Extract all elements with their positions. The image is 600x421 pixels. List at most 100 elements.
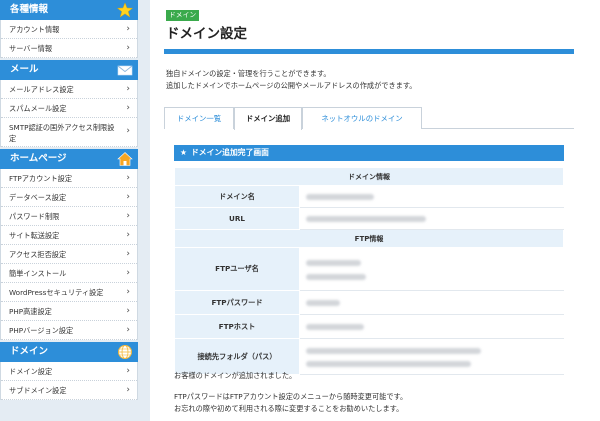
table-row: FTPユーザ名 xyxy=(174,247,564,291)
sidebar-item-label: FTPアカウント設定 xyxy=(9,174,73,183)
sidebar-item-account-info[interactable]: アカウント情報 › xyxy=(1,20,137,39)
table-row: URL xyxy=(174,207,564,230)
sidebar-section-homepage-header: ホームページ xyxy=(0,149,138,169)
redacted-value xyxy=(299,290,564,315)
sidebar-section-domain-header: ドメイン xyxy=(0,342,138,362)
chevron-right-icon: › xyxy=(126,268,130,278)
redacted-value xyxy=(299,338,564,375)
chevron-right-icon: › xyxy=(126,306,130,316)
sidebar-section-title: メール xyxy=(10,64,39,75)
tab-domain-list[interactable]: ドメイン一覧 xyxy=(164,107,234,129)
sidebar-item-label: データベース設定 xyxy=(9,193,67,202)
main-content: ドメイン ドメイン設定 独自ドメインの設定・管理を行うことができます。 追加した… xyxy=(150,0,600,421)
table-row: ドメイン名 xyxy=(174,185,564,208)
chevron-right-icon: › xyxy=(126,43,130,53)
chevron-right-icon: › xyxy=(126,211,130,221)
category-badge: ドメイン xyxy=(166,10,200,21)
star-icon xyxy=(117,2,133,18)
chevron-right-icon: › xyxy=(126,385,130,395)
sidebar-item-label: サーバー情報 xyxy=(9,44,53,53)
sidebar-item-subdomain-settings[interactable]: サブドメイン設定 › xyxy=(1,381,137,400)
chevron-right-icon: › xyxy=(126,126,130,136)
sidebar-item-mail-address[interactable]: メールアドレス設定 › xyxy=(1,80,137,99)
sidebar-item-label: PHP高速設定 xyxy=(9,307,52,316)
chevron-right-icon: › xyxy=(126,366,130,376)
sidebar-item-smtp-restriction[interactable]: SMTP認証の国外アクセス制限設定 › xyxy=(1,118,137,147)
redacted-value xyxy=(299,314,564,339)
sidebar-item-label: WordPressセキュリティ設定 xyxy=(9,288,104,297)
sidebar-item-label: 簡単インストール xyxy=(9,269,67,278)
tab-domain-add[interactable]: ドメイン追加 xyxy=(234,107,302,130)
success-message: お客様のドメインが追加されました。 xyxy=(174,371,297,380)
sidebar-item-database[interactable]: データベース設定 › xyxy=(1,188,137,207)
description-line: 追加したドメインでホームページの公開やメールアドレスの作成ができます。 xyxy=(166,81,417,90)
chevron-right-icon: › xyxy=(126,325,130,335)
chevron-right-icon: › xyxy=(126,230,130,240)
chevron-right-icon: › xyxy=(126,173,130,183)
redacted-value xyxy=(299,247,564,291)
table-group-header: FTP情報 xyxy=(174,229,564,248)
redacted-value xyxy=(299,185,564,208)
sidebar-item-server-info[interactable]: サーバー情報 › xyxy=(1,39,137,58)
title-divider xyxy=(164,49,574,54)
result-table: ドメイン情報 ドメイン名 URL FTP情報 FTPユーザ名 FTPパスワード … xyxy=(174,167,564,375)
row-label: ドメイン名 xyxy=(174,185,300,208)
sidebar-section-info-items: アカウント情報 › サーバー情報 › xyxy=(0,20,138,58)
sidebar-item-password-limit[interactable]: パスワード制限 › xyxy=(1,207,137,226)
note-line: FTPパスワードはFTPアカウント設定のメニューから随時変更可能です。 xyxy=(174,392,408,401)
sidebar-item-domain-settings[interactable]: ドメイン設定 › xyxy=(1,362,137,381)
sidebar-section-info-header: 各種情報 xyxy=(0,0,138,20)
tab-bar: ドメイン一覧 ドメイン追加 ネットオウルのドメイン xyxy=(164,107,574,130)
page-title: ドメイン設定 xyxy=(166,26,247,42)
sidebar-section-domain-items: ドメイン設定 › サブドメイン設定 › xyxy=(0,362,138,400)
star-icon: ★ xyxy=(180,148,187,157)
chevron-right-icon: › xyxy=(126,103,130,113)
sidebar-item-access-deny[interactable]: アクセス拒否設定 › xyxy=(1,245,137,264)
sidebar-item-site-forward[interactable]: サイト転送設定 › xyxy=(1,226,137,245)
chevron-right-icon: › xyxy=(126,84,130,94)
table-row: FTPホスト xyxy=(174,314,564,339)
sidebar-section-title: 各種情報 xyxy=(10,4,49,15)
sidebar-item-php-version[interactable]: PHPバージョン設定 › xyxy=(1,321,137,340)
row-label: 接続先フォルダ（パス） xyxy=(174,338,300,375)
sidebar-item-ftp-account[interactable]: FTPアカウント設定 › xyxy=(1,169,137,188)
sidebar-item-wp-security[interactable]: WordPressセキュリティ設定 › xyxy=(1,283,137,302)
chevron-right-icon: › xyxy=(126,249,130,259)
sidebar-item-label: PHPバージョン設定 xyxy=(9,326,74,335)
sidebar-section-mail-header: メール xyxy=(0,60,138,80)
page-description: 独自ドメインの設定・管理を行うことができます。 追加したドメインでホームページの… xyxy=(166,68,417,92)
sidebar-section-title: ホームページ xyxy=(10,153,67,164)
sidebar-item-label: ドメイン設定 xyxy=(9,367,53,376)
table-row: FTPパスワード xyxy=(174,290,564,315)
description-line: 独自ドメインの設定・管理を行うことができます。 xyxy=(166,69,331,78)
section-heading-text: ドメイン追加完了画面 xyxy=(191,148,269,157)
sidebar-item-label: メールアドレス設定 xyxy=(9,85,74,94)
mail-icon xyxy=(117,65,133,76)
row-label: URL xyxy=(174,207,300,230)
sidebar-item-php-fast[interactable]: PHP高速設定 › xyxy=(1,302,137,321)
table-group-header: ドメイン情報 xyxy=(174,167,564,186)
sidebar-item-label: サブドメイン設定 xyxy=(9,386,67,395)
row-label: FTPユーザ名 xyxy=(174,247,300,291)
note-line: お忘れの際や初めて利用される際に変更することをお勧めいたします。 xyxy=(174,404,404,413)
row-label: FTPホスト xyxy=(174,314,300,339)
sidebar-section-title: ドメイン xyxy=(10,346,49,357)
table-row: 接続先フォルダ（パス） xyxy=(174,338,564,375)
sidebar-section-homepage-items: FTPアカウント設定 › データベース設定 › パスワード制限 › サイト転送設定 › … xyxy=(0,169,138,340)
sidebar-item-easy-install[interactable]: 簡単インストール › xyxy=(1,264,137,283)
password-note: FTPパスワードはFTPアカウント設定のメニューから随時変更可能です。 お忘れの… xyxy=(174,391,407,415)
chevron-right-icon: › xyxy=(126,24,130,34)
sidebar-section-mail-items: メールアドレス設定 › スパムメール設定 › SMTP認証の国外アクセス制限設定 › xyxy=(0,80,138,147)
chevron-right-icon: › xyxy=(126,192,130,202)
sidebar-item-spam[interactable]: スパムメール設定 › xyxy=(1,99,137,118)
chevron-right-icon: › xyxy=(126,287,130,297)
sidebar-item-label: サイト転送設定 xyxy=(9,231,60,240)
row-label: FTPパスワード xyxy=(174,290,300,315)
home-icon xyxy=(117,152,133,166)
sidebar-item-label: アクセス拒否設定 xyxy=(9,250,67,259)
tab-netowl-domain[interactable]: ネットオウルのドメイン xyxy=(302,107,422,129)
sidebar-item-label: スパムメール設定 xyxy=(9,104,67,113)
sidebar-item-label: SMTP認証の国外アクセス制限設定 xyxy=(9,123,115,143)
globe-icon xyxy=(118,345,132,359)
sidebar-item-label: パスワード制限 xyxy=(9,212,60,221)
